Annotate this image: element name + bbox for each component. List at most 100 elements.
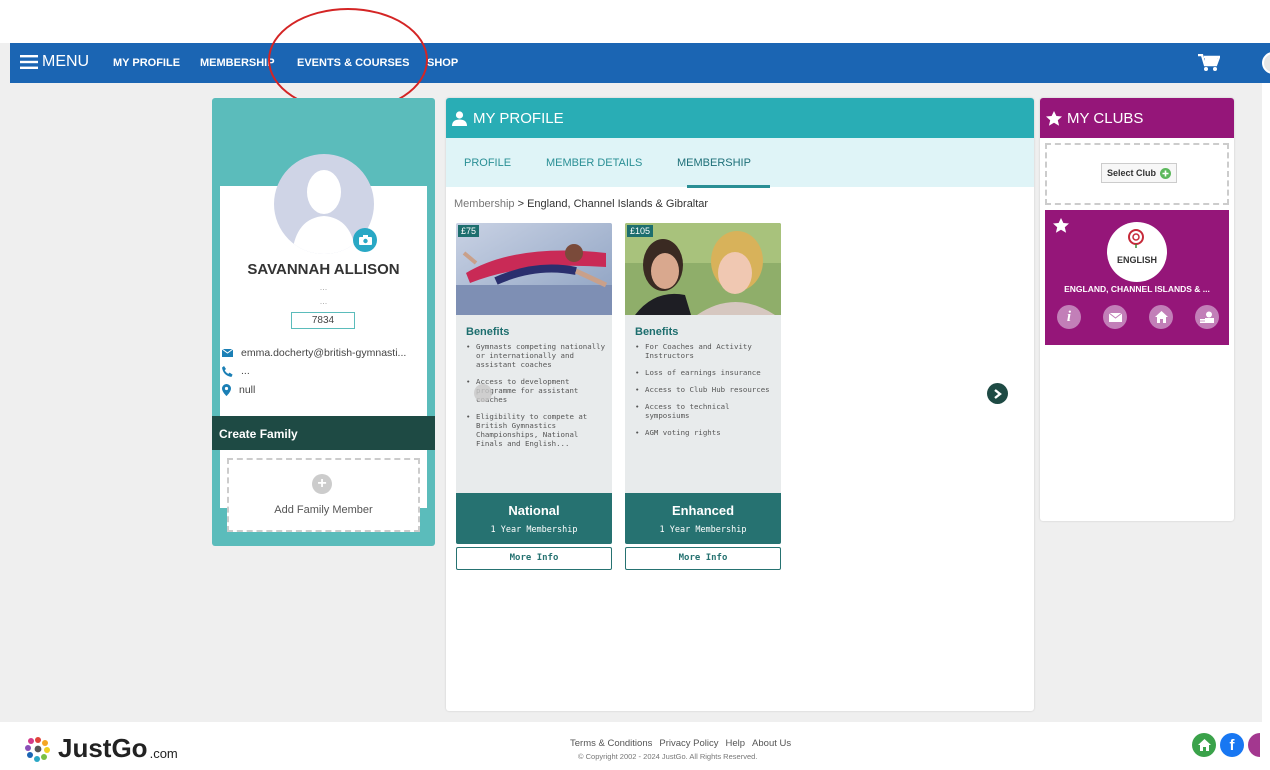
membership-duration: 1 Year Membership: [490, 525, 578, 535]
home-icon[interactable]: [1149, 305, 1173, 329]
membership-name: Enhanced: [671, 503, 735, 518]
mail-icon[interactable]: [1103, 305, 1127, 329]
benefit-item: Eligibility to compete at British Gymnas…: [466, 412, 606, 448]
club-action-icons: i: [1057, 305, 1219, 329]
footer: JustGo .com Terms & Conditions Privacy P…: [0, 722, 1270, 770]
my-profile-panel: MY PROFILE PROFILE MEMBER DETAILS MEMBER…: [446, 98, 1034, 711]
benefits-list: For Coaches and Activity Instructors Los…: [635, 342, 775, 445]
footer-links: Terms & Conditions Privacy Policy Help A…: [570, 738, 791, 749]
membership-footer: Enhanced 1 Year Membership: [625, 493, 781, 544]
benefit-item: For Coaches and Activity Instructors: [635, 342, 775, 360]
members-icon[interactable]: [1195, 305, 1219, 329]
my-clubs-header: MY CLUBS: [1040, 98, 1234, 138]
plus-icon: +: [312, 474, 332, 494]
footer-social-icons: f: [1192, 733, 1260, 757]
my-profile-title: MY PROFILE: [473, 109, 564, 127]
footer-link-help[interactable]: Help: [726, 738, 746, 749]
select-club-area: Select Club: [1045, 143, 1229, 205]
cart-icon[interactable]: [1198, 53, 1221, 77]
club-name: ENGLAND, CHANNEL ISLANDS & ...: [1064, 284, 1210, 294]
more-info-button-enhanced[interactable]: More Info: [625, 547, 781, 570]
phone-icon: [222, 365, 233, 377]
brand-suffix: .com: [149, 746, 178, 761]
my-profile-header: MY PROFILE: [446, 98, 1034, 138]
carousel-next-icon[interactable]: [987, 383, 1008, 404]
rose-icon: [1128, 229, 1144, 248]
favorite-star-icon[interactable]: [1053, 218, 1069, 233]
profile-phone-row: ...: [222, 365, 250, 377]
profile-email: emma.docherty@british-gymnasti...: [241, 347, 407, 359]
my-clubs-panel: MY CLUBS Select Club ENGLISH ENGLAND, CH…: [1040, 98, 1234, 521]
membership-card-enhanced: £105 Benefits For Coaches and Activity I…: [625, 223, 781, 544]
more-info-button-national[interactable]: More Info: [456, 547, 612, 570]
benefit-item: AGM voting rights: [635, 428, 775, 437]
footer-link-about[interactable]: About Us: [752, 738, 791, 749]
benefit-item: Access to Club Hub resources: [635, 385, 775, 394]
benefit-item: Access to technical symposiums: [635, 402, 775, 420]
home-social-icon[interactable]: [1192, 733, 1216, 757]
benefit-item: Gymnasts competing nationally or interna…: [466, 342, 606, 369]
envelope-icon: [222, 349, 233, 357]
create-family-header: Create Family: [212, 416, 435, 450]
benefits-title: Benefits: [635, 326, 679, 338]
tab-member-details[interactable]: MEMBER DETAILS: [546, 157, 642, 169]
facebook-icon[interactable]: f: [1220, 733, 1244, 757]
my-clubs-title: MY CLUBS: [1067, 109, 1144, 127]
brand-wordmark: JustGo: [58, 733, 148, 763]
justgo-logo-icon: [25, 736, 50, 762]
profile-email-row: emma.docherty@british-gymnasti...: [222, 347, 406, 359]
menu-button[interactable]: MENU: [20, 53, 89, 71]
benefit-item: Loss of earnings insurance: [635, 368, 775, 377]
breadcrumb-root[interactable]: Membership: [454, 198, 515, 210]
nav-events-courses[interactable]: EVENTS & COURSES: [297, 57, 409, 69]
tab-profile[interactable]: PROFILE: [464, 157, 511, 169]
membership-image-gymnast: [456, 223, 612, 315]
breadcrumb-separator: >: [517, 198, 525, 210]
footer-link-terms[interactable]: Terms & Conditions: [570, 738, 652, 749]
club-logo-text: ENGLISH: [1116, 255, 1157, 265]
profile-card: SAVANNAH ALLISON ... ... 7834 emma.doche…: [212, 98, 435, 546]
breadcrumb-current: England, Channel Islands & Gibraltar: [527, 198, 709, 210]
membership-name: National: [508, 503, 560, 518]
membership-price: £105: [627, 225, 654, 237]
footer-link-privacy[interactable]: Privacy Policy: [659, 738, 718, 749]
club-logo: ENGLISH: [1107, 222, 1167, 282]
breadcrumb: Membership > England, Channel Islands & …: [454, 198, 708, 210]
camera-icon[interactable]: [353, 228, 377, 252]
club-card[interactable]: ENGLISH ENGLAND, CHANNEL ISLANDS & ... i: [1045, 210, 1229, 345]
user-avatar[interactable]: [1262, 52, 1270, 74]
carousel-prev-icon[interactable]: [474, 384, 492, 402]
membership-duration: 1 Year Membership: [659, 525, 747, 535]
profile-location-row: null: [222, 384, 255, 396]
membership-price: £75: [458, 225, 480, 237]
nav-shop[interactable]: SHOP: [427, 57, 458, 69]
add-family-member-label: Add Family Member: [274, 504, 373, 516]
nav-membership[interactable]: MEMBERSHIP: [200, 57, 275, 69]
member-id-badge: 7834: [291, 312, 355, 329]
profile-line-1: ...: [319, 282, 328, 292]
profile-phone: ...: [241, 365, 250, 377]
select-club-button[interactable]: Select Club: [1101, 163, 1177, 183]
profile-name: SAVANNAH ALLISON: [247, 261, 400, 278]
active-tab-indicator: [687, 185, 770, 188]
justgo-logo[interactable]: JustGo .com: [24, 733, 178, 764]
profile-line-2: ...: [319, 296, 328, 306]
tab-membership[interactable]: MEMBERSHIP: [677, 157, 751, 169]
top-navbar: MENU MY PROFILE MEMBERSHIP EVENTS & COUR…: [10, 43, 1270, 83]
star-icon: [1046, 110, 1062, 126]
info-icon[interactable]: i: [1057, 305, 1081, 329]
user-icon: [452, 110, 467, 126]
add-circle-icon: [1160, 167, 1171, 179]
benefits-title: Benefits: [466, 326, 510, 338]
menu-label: MENU: [42, 53, 90, 70]
hamburger-icon: [20, 55, 38, 69]
nav-my-profile[interactable]: MY PROFILE: [113, 57, 180, 69]
page-right-edge: [1262, 83, 1270, 722]
map-pin-icon: [222, 384, 231, 396]
profile-tabs: PROFILE MEMBER DETAILS MEMBERSHIP: [446, 138, 1034, 188]
membership-footer: National 1 Year Membership: [456, 493, 612, 544]
instagram-icon[interactable]: [1248, 733, 1260, 757]
add-family-member-button[interactable]: + Add Family Member: [227, 458, 420, 532]
copyright-text: © Copyright 2002 - 2024 JustGo. All Righ…: [578, 752, 758, 761]
top-blank-area: [0, 0, 1270, 43]
